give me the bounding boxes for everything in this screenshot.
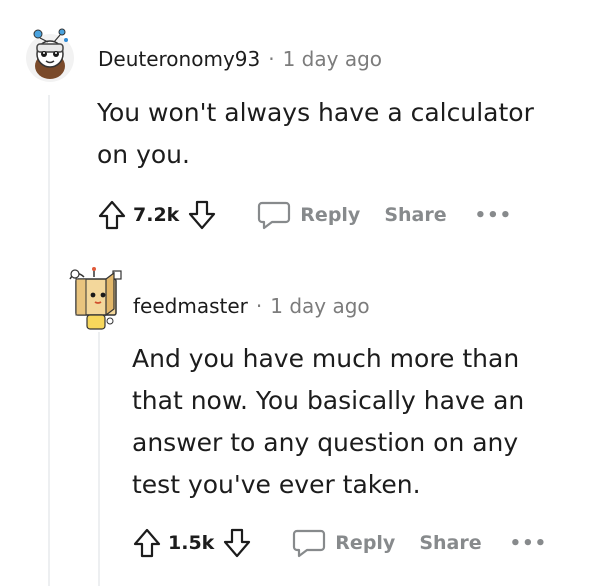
upvote-arrow-icon[interactable] (97, 199, 127, 231)
meta-separator: · (255, 294, 263, 318)
downvote-arrow-icon[interactable] (187, 199, 217, 231)
comment-meta: feedmaster · 1 day ago (133, 294, 370, 318)
share-label: Share (384, 204, 447, 226)
comment-body: And you have much more than that now. Yo… (132, 338, 524, 506)
reply-button[interactable]: Reply (292, 527, 395, 559)
avatar-image (26, 28, 74, 82)
comment-body-line: on you. (97, 140, 190, 169)
meta-separator: · (268, 47, 275, 71)
comment-bubble-icon (292, 527, 326, 559)
reply-button[interactable]: Reply (257, 199, 360, 231)
share-label: Share (419, 532, 482, 554)
more-options-button[interactable]: ••• (475, 205, 513, 226)
comment-body-line: answer to any question on any (132, 428, 519, 457)
reply-label: Reply (300, 204, 361, 226)
downvote-arrow-icon[interactable] (222, 527, 252, 559)
avatar-deuteronomy93[interactable] (22, 20, 78, 84)
reply-label: Reply (335, 532, 396, 554)
comment-actions: 1.5k Reply Share ••• (132, 525, 547, 561)
upvote-arrow-icon[interactable] (132, 527, 162, 559)
author-name[interactable]: Deuteronomy93 (98, 47, 260, 71)
thread-line-main[interactable] (48, 95, 50, 586)
comment-body-line: test you've ever taken. (132, 470, 421, 499)
share-button[interactable]: Share (384, 204, 446, 226)
timestamp[interactable]: 1 day ago (283, 47, 382, 71)
comment-body-line: And you have much more than (132, 344, 520, 373)
share-button[interactable]: Share (419, 532, 481, 554)
more-options-button[interactable]: ••• (510, 533, 548, 554)
comment-body-line: You won't always have a calculator (97, 98, 534, 127)
comment-body: You won't always have a calculator on yo… (97, 92, 534, 176)
avatar-feedmaster[interactable] (66, 265, 124, 333)
vote-count: 7.2k (133, 204, 180, 226)
comment-actions: 7.2k Reply Share ••• (97, 197, 512, 233)
comment-bubble-icon (257, 199, 291, 231)
vote-count: 1.5k (168, 532, 215, 554)
comment-body-line: that now. You basically have an (132, 386, 525, 415)
thread-line-reply[interactable] (98, 332, 100, 586)
author-name[interactable]: feedmaster (133, 294, 248, 318)
avatar-image (69, 267, 122, 330)
comment-meta: Deuteronomy93 · 1 day ago (98, 47, 382, 71)
timestamp[interactable]: 1 day ago (270, 294, 369, 318)
